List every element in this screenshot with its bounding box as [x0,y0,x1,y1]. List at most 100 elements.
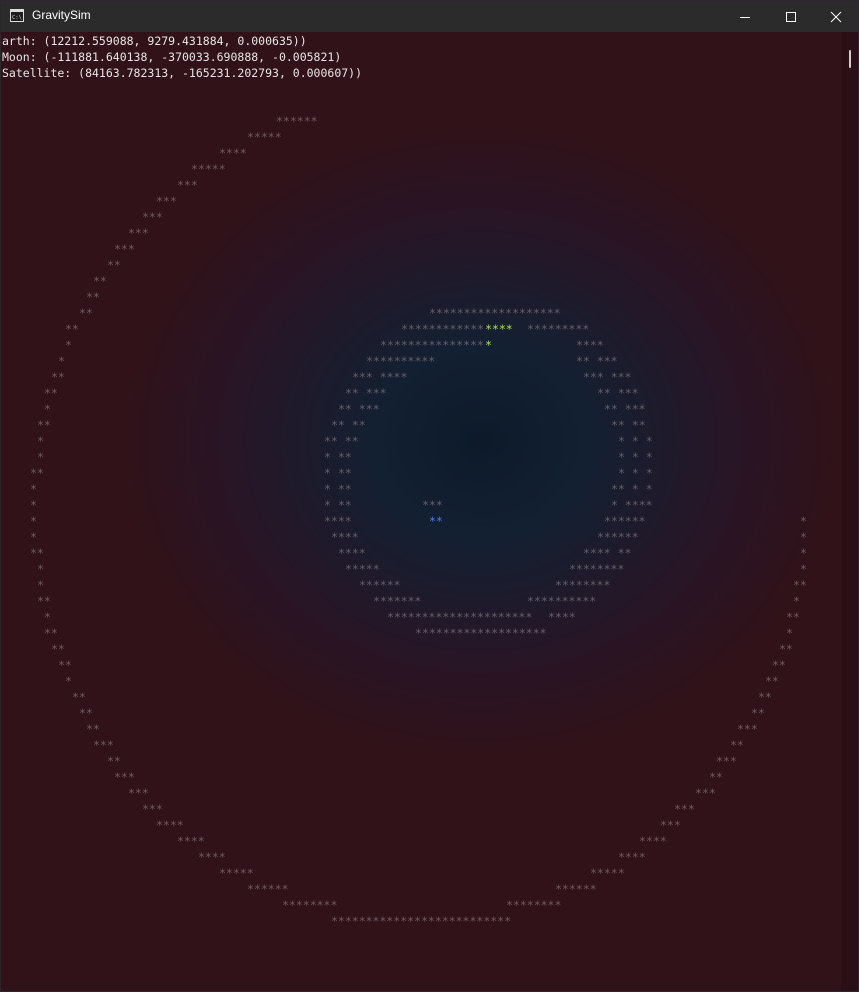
orbit-trail-row: *** [114,770,135,784]
orbit-trail-row: *** [128,226,149,240]
orbit-trail-row: ** [730,738,744,752]
orbit-trail-row: ******** [555,578,610,592]
vertical-scrollbar[interactable] [841,32,858,991]
orbit-trail-row: ********** [527,594,596,608]
orbit-trail-row: ********* [527,322,589,336]
orbit-trail-row: ** ** [331,418,366,432]
orbit-trail-row: ** [709,770,723,784]
orbit-trail-row: ** [786,610,800,624]
minimize-button[interactable] [722,1,768,32]
orbit-trail-row: * [65,674,72,688]
orbit-trail-row: * ** [324,482,352,496]
orbit-trail-row: * [58,354,65,368]
orbit-trail-row: *** [737,722,758,736]
orbit-trail-row: ** [779,642,793,656]
orbit-trail-row: * [30,498,37,512]
orbit-trail-row: ** [758,690,772,704]
orbit-trail-row: ** [44,386,58,400]
orbit-trail-row: ** [772,658,786,672]
orbit-trail-row: *** [716,754,737,768]
orbit-trail-row: ** [30,466,44,480]
orbit-trail-row: ** [65,322,79,336]
orbit-trail-row: * [30,530,37,544]
orbit-trail-row: **** [338,546,366,560]
body-marker: * [485,338,492,352]
maximize-icon [786,11,796,22]
orbit-trail-row: ** [751,706,765,720]
orbit-trail-row: **** [331,530,359,544]
orbit-trail-row: * ** [324,498,352,512]
orbit-trail-row: *** [142,210,163,224]
orbit-trail-row: * [800,514,807,528]
orbit-trail-row: ****** [604,514,646,528]
orbit-trail-row: * [44,402,51,416]
orbit-trail-row: ** [51,642,65,656]
orbit-trail-row: **** [156,818,184,832]
orbit-trail-row: *** [156,194,177,208]
orbit-trail-row: ******* [373,594,421,608]
orbit-trail-row: * [786,626,793,640]
orbit-trail-row: * ** [324,466,352,480]
gravitysim-window: C:\ GravitySim arth: (12212.559088, 9279… [0,0,859,992]
orbit-trail-row: ***** [247,130,282,144]
orbit-trail-row: * * * [618,450,653,464]
title-bar[interactable]: C:\ GravitySim [1,1,858,32]
scrollbar-thumb[interactable] [849,50,851,68]
orbit-trail-row: *** [142,802,163,816]
maximize-button[interactable] [768,1,814,32]
orbit-trail-row: * [800,530,807,544]
orbit-trail-row: ***** [590,866,625,880]
orbit-trail-row: *** [422,498,443,512]
console-icon: C:\ [10,9,24,22]
orbit-trail-row: ** [93,274,107,288]
orbit-trail-row: * [37,562,44,576]
orbit-trail-row: * [30,514,37,528]
orbit-trail-row: ***** [345,562,380,576]
body-marker: **** [485,322,513,336]
orbit-trail-row: *** [695,786,716,800]
orbit-trail-row: ***** [219,866,254,880]
orbit-trail-row: ****** [555,882,597,896]
orbit-trail-row: *** [660,818,681,832]
orbit-trail-row: *** [93,738,114,752]
orbit-trail-row: ** *** [576,354,618,368]
orbit-trail-row: ** [37,418,51,432]
orbit-trail-row: **** [548,610,576,624]
orbit-trail-row: ** [86,722,100,736]
orbit-trail-row: *** [128,786,149,800]
orbit-trail-row: **** [177,834,205,848]
orbit-trail-row: ******************* [429,306,561,320]
orbit-trail-row: * [793,594,800,608]
orbit-trail-row: ** [37,594,51,608]
orbit-trail-row: * [30,482,37,496]
close-button[interactable] [813,1,858,32]
orbit-trail-row: **** [576,338,604,352]
orbit-trail-row: ** [58,658,72,672]
orbit-trail-row: **** [639,834,667,848]
orbit-trail-row: ** [107,258,121,272]
orbit-trail-row: ***** [191,162,226,176]
console-output[interactable]: arth: (12212.559088, 9279.431884, 0.0006… [1,32,841,991]
orbit-trail-row: * [65,338,72,352]
orbit-trail-row: **** [618,850,646,864]
orbit-trail-row: ** [107,754,121,768]
orbit-trail-row: **** [219,146,247,160]
orbit-trail-row: ** [30,546,44,560]
orbit-trail-row: ** *** [338,402,380,416]
orbit-trail-row: **** ** [583,546,631,560]
orbit-trail-row: * [37,434,44,448]
orbit-trail-row: ** *** [345,386,387,400]
close-icon [830,11,842,22]
orbit-trail-row: ** [79,306,93,320]
orbit-trail-row: * [800,562,807,576]
orbit-trail-row: ****** [597,530,639,544]
orbit-trail-row: ********************* [387,610,532,624]
orbit-trail-row: ** * * [611,482,653,496]
orbit-trail-row: ****** [359,578,401,592]
body-marker: ** [429,514,443,528]
orbit-trail-row: * [44,610,51,624]
minimize-icon [740,16,750,18]
orbit-trail-row: ** *** [604,402,646,416]
orbit-trail-row: ** [79,706,93,720]
orbit-trail-row: ******** [282,898,337,912]
